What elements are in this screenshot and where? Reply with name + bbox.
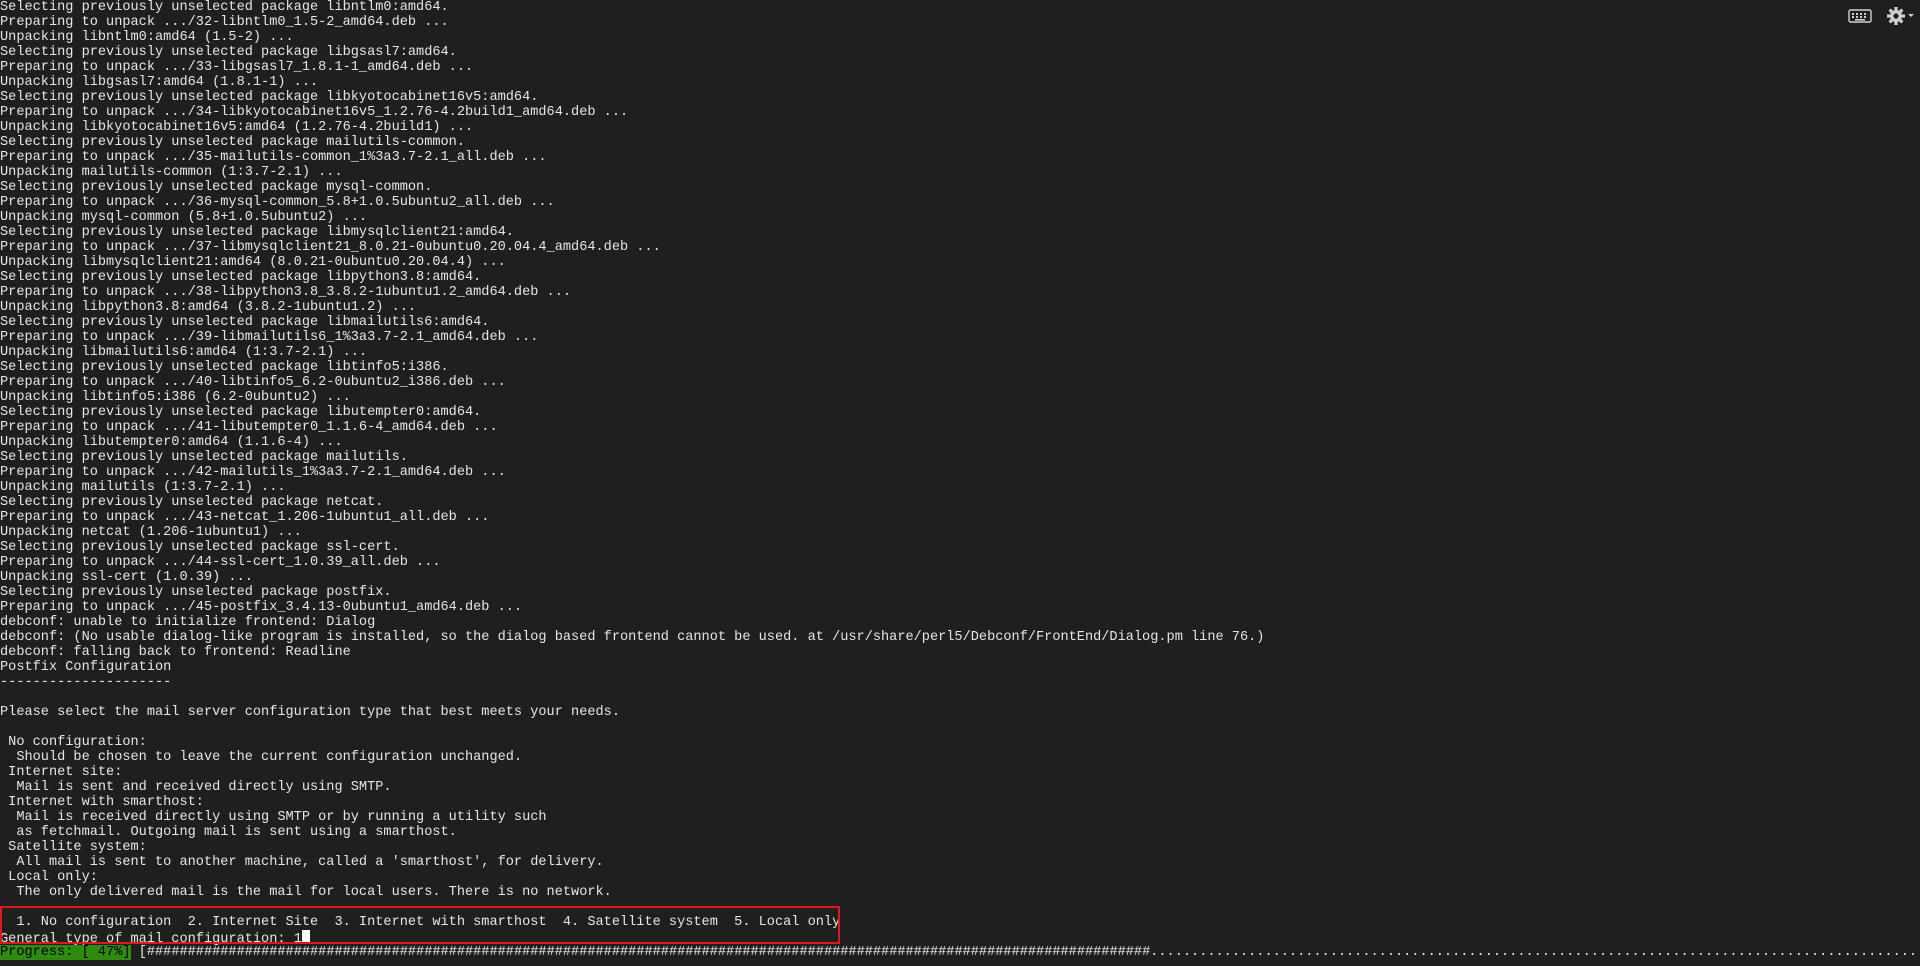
terminal-line: Unpacking libtinfo5:i386 (6.2-0ubuntu2) … bbox=[0, 390, 351, 405]
terminal-line: Preparing to unpack .../33-libgsasl7_1.8… bbox=[0, 60, 474, 75]
terminal-line: Preparing to unpack .../42-mailutils_1%3… bbox=[0, 465, 506, 480]
terminal-line: Selecting previously unselected package … bbox=[0, 90, 539, 105]
terminal-line: Mail is sent and received directly using… bbox=[0, 780, 392, 795]
terminal-line: Preparing to unpack .../40-libtinfo5_6.2… bbox=[0, 375, 506, 390]
terminal-line: Selecting previously unselected package … bbox=[0, 0, 449, 15]
terminal-window[interactable]: Selecting previously unselected package … bbox=[0, 0, 1920, 966]
terminal-line: Unpacking netcat (1.206-1ubuntu1) ... bbox=[0, 525, 302, 540]
terminal-line: Mail is received directly using SMTP or … bbox=[0, 810, 547, 825]
terminal-line: Unpacking libntlm0:amd64 (1.5-2) ... bbox=[0, 30, 294, 45]
terminal-line: Satellite system: bbox=[0, 840, 147, 855]
terminal-line: Selecting previously unselected package … bbox=[0, 225, 514, 240]
terminal-line: Preparing to unpack .../34-libkyotocabin… bbox=[0, 105, 629, 120]
terminal-line: as fetchmail. Outgoing mail is sent usin… bbox=[0, 825, 457, 840]
terminal-line: Preparing to unpack .../32-libntlm0_1.5-… bbox=[0, 15, 449, 30]
terminal-line: Unpacking mailutils (1:3.7-2.1) ... bbox=[0, 480, 286, 495]
terminal-line: debconf: unable to initialize frontend: … bbox=[0, 615, 376, 630]
terminal-line: The only delivered mail is the mail for … bbox=[0, 885, 612, 900]
highlight-box bbox=[0, 906, 840, 944]
terminal-line: Preparing to unpack .../38-libpython3.8_… bbox=[0, 285, 572, 300]
gear-icon[interactable] bbox=[1886, 6, 1916, 26]
terminal-line: Selecting previously unselected package … bbox=[0, 495, 384, 510]
terminal-line: All mail is sent to another machine, cal… bbox=[0, 855, 604, 870]
terminal-line: Unpacking libpython3.8:amd64 (3.8.2-1ubu… bbox=[0, 300, 417, 315]
terminal-line: Please select the mail server configurat… bbox=[0, 705, 620, 720]
terminal-line: Unpacking libutempter0:amd64 (1.1.6-4) .… bbox=[0, 435, 343, 450]
terminal-line: Selecting previously unselected package … bbox=[0, 135, 465, 150]
terminal-line: Preparing to unpack .../37-libmysqlclien… bbox=[0, 240, 661, 255]
terminal-line: Selecting previously unselected package … bbox=[0, 540, 400, 555]
terminal-line: Postfix Configuration bbox=[0, 660, 172, 675]
terminal-line: Selecting previously unselected package … bbox=[0, 585, 392, 600]
terminal-line: Unpacking libgsasl7:amd64 (1.8.1-1) ... bbox=[0, 75, 319, 90]
terminal-line: Unpacking libmysqlclient21:amd64 (8.0.21… bbox=[0, 255, 506, 270]
terminal-output: Selecting previously unselected package … bbox=[0, 0, 1840, 915]
terminal-line: Selecting previously unselected package … bbox=[0, 405, 482, 420]
terminal-line: Local only: bbox=[0, 870, 98, 885]
terminal-line: Unpacking mailutils-common (1:3.7-2.1) .… bbox=[0, 165, 343, 180]
terminal-line: Unpacking libkyotocabinet16v5:amd64 (1.2… bbox=[0, 120, 474, 135]
terminal-line: Preparing to unpack .../43-netcat_1.206-… bbox=[0, 510, 490, 525]
terminal-line: Selecting previously unselected package … bbox=[0, 315, 490, 330]
terminal-line: Unpacking libmailutils6:amd64 (1:3.7-2.1… bbox=[0, 345, 368, 360]
terminal-line: Preparing to unpack .../45-postfix_3.4.1… bbox=[0, 600, 523, 615]
terminal-line: Preparing to unpack .../44-ssl-cert_1.0.… bbox=[0, 555, 441, 570]
terminal-line: --------------------- bbox=[0, 675, 172, 690]
terminal-line: debconf: falling back to frontend: Readl… bbox=[0, 645, 351, 660]
terminal-line: Selecting previously unselected package … bbox=[0, 45, 457, 60]
terminal-line: Unpacking ssl-cert (1.0.39) ... bbox=[0, 570, 253, 585]
progress-line: Progress: [ 47%] [######################… bbox=[0, 945, 1920, 960]
terminal-line: debconf: (No usable dialog-like program … bbox=[0, 630, 1265, 645]
terminal-line: Unpacking mysql-common (5.8+1.0.5ubuntu2… bbox=[0, 210, 368, 225]
terminal-line: Preparing to unpack .../35-mailutils-com… bbox=[0, 150, 547, 165]
terminal-line: Selecting previously unselected package … bbox=[0, 270, 482, 285]
terminal-line: Internet with smarthost: bbox=[0, 795, 204, 810]
terminal-line: Internet site: bbox=[0, 765, 123, 780]
terminal-line: Selecting previously unselected package … bbox=[0, 360, 449, 375]
keyboard-icon[interactable] bbox=[1848, 8, 1872, 24]
terminal-line: Selecting previously unselected package … bbox=[0, 450, 408, 465]
terminal-line: Preparing to unpack .../39-libmailutils6… bbox=[0, 330, 539, 345]
terminal-line: Selecting previously unselected package … bbox=[0, 180, 433, 195]
terminal-line: No configuration: bbox=[0, 735, 147, 750]
terminal-line: Preparing to unpack .../41-libutempter0_… bbox=[0, 420, 498, 435]
terminal-line: Should be chosen to leave the current co… bbox=[0, 750, 523, 765]
terminal-line: Preparing to unpack .../36-mysql-common_… bbox=[0, 195, 555, 210]
progress-label: Progress: [ 47%] bbox=[0, 945, 131, 960]
progress-bar: [#######################################… bbox=[138, 945, 1920, 960]
terminal-toolbar bbox=[1848, 6, 1916, 26]
